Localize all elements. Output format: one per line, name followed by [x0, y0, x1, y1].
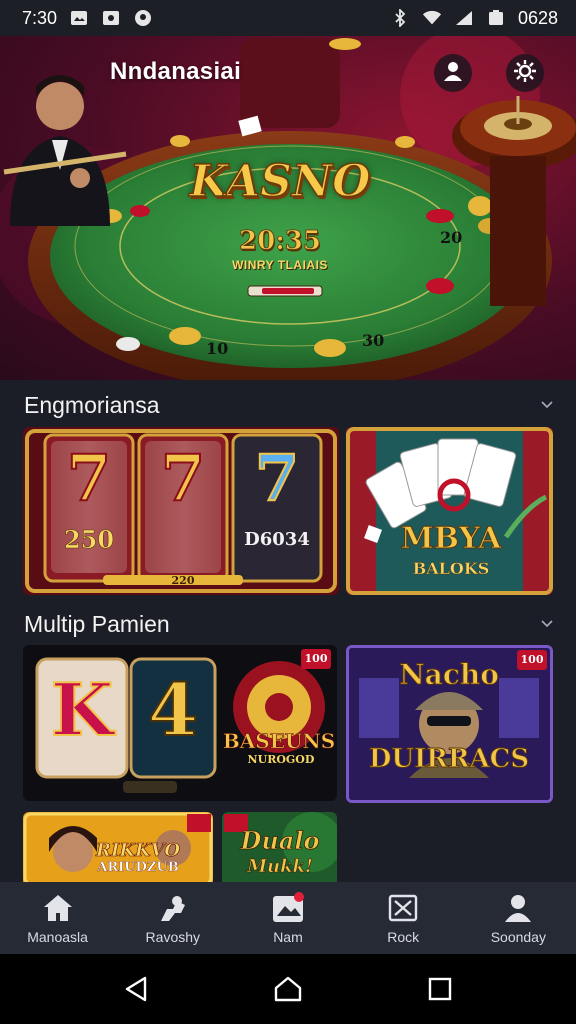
image-icon — [69, 8, 89, 28]
nav-label: Rock — [387, 929, 420, 945]
home-button[interactable] — [268, 969, 308, 1009]
game-card-slot-777[interactable]: 7 7 7 250 D6034 220 — [23, 427, 339, 595]
favorites-icon — [156, 891, 190, 925]
profile-icon — [501, 891, 535, 925]
table-number: 20 — [440, 228, 463, 247]
photo-icon — [101, 8, 121, 28]
recents-button[interactable] — [420, 969, 460, 1009]
gear-icon — [512, 58, 538, 89]
game-card-rikkvo[interactable]: RIKKVO ARIUDZUB — [23, 812, 213, 882]
reel-symbol: 4 — [147, 666, 199, 753]
location-icon — [133, 8, 153, 28]
game-title: BASEUNS — [222, 729, 336, 754]
reel-symbol: 7 — [254, 440, 301, 517]
bottom-navigation: Manoasla Ravoshy Nam Rock Soonday — [0, 882, 576, 954]
nav-item-home[interactable]: Manoasla — [3, 891, 113, 945]
settings-button[interactable] — [506, 54, 544, 92]
back-icon — [125, 976, 147, 1002]
chevron-down-icon[interactable] — [540, 398, 554, 412]
battery-icon — [486, 8, 506, 28]
status-clock: 0628 — [517, 7, 558, 28]
table-number: 30 — [362, 331, 385, 350]
game-title: Nacho — [399, 658, 500, 692]
game-subtitle: ARIUDZUB — [97, 860, 179, 875]
account-button[interactable] — [434, 54, 472, 92]
person-icon — [443, 60, 463, 87]
jackpot-amount: 20:35 — [239, 226, 322, 257]
section-header[interactable]: Engmoriansa — [24, 390, 554, 420]
chevron-down-icon[interactable] — [540, 617, 554, 631]
nav-label: Manoasla — [27, 929, 88, 945]
section-title: Multip Pamien — [24, 610, 170, 637]
game-title: RIKKVO — [96, 840, 181, 862]
card-badge: 100 — [304, 652, 328, 665]
nav-label: Ravoshy — [145, 929, 201, 945]
scratch-icon — [386, 891, 420, 925]
section-title: Engmoriansa — [24, 391, 160, 418]
wifi-icon — [422, 8, 442, 28]
back-button[interactable] — [116, 969, 156, 1009]
reel-symbol: K — [50, 666, 115, 753]
hero-banner[interactable]: Nndanasiai KASNO 20:35 WINRY TLAIAIS 10 … — [0, 36, 576, 380]
nav-item-profile[interactable]: Soonday — [463, 891, 573, 945]
reel-value: D6034 — [244, 529, 310, 550]
app-title: Nndanasiai — [110, 58, 242, 85]
table-number: 10 — [206, 339, 229, 358]
system-navigation — [0, 954, 576, 1024]
screen: 7:30 0628 Nndanasiai KASNO 20:35 WINRY T… — [0, 0, 576, 1024]
status-time: 7:30 — [22, 7, 58, 28]
game-subtitle: BALOKS — [412, 559, 490, 578]
recents-icon — [428, 977, 452, 1001]
jackpot-caption: WINRY TLAIAIS — [232, 258, 328, 272]
nav-label: Soonday — [490, 929, 546, 945]
reel-value: 250 — [63, 525, 115, 555]
game-title: MBYA — [400, 521, 502, 557]
casino-table-illustration — [0, 36, 576, 380]
gallery-icon — [271, 891, 305, 925]
game-subtitle: NUROGOD — [247, 753, 315, 766]
slot-bet: 220 — [171, 574, 195, 587]
signal-icon — [454, 8, 474, 28]
casino-logo: KASNO — [189, 155, 371, 208]
game-title: Dualo — [240, 826, 320, 856]
bluetooth-icon — [390, 8, 410, 28]
game-card-k4[interactable]: K 4 BASEUNS NUROGOD 100 — [23, 645, 337, 801]
nav-item-scratch[interactable]: Rock — [348, 891, 458, 945]
section-header[interactable]: Multip Pamien — [24, 609, 554, 639]
game-subtitle: DUIRRACS — [368, 744, 530, 775]
nav-item-gallery[interactable]: Nam — [233, 891, 343, 945]
game-card-nacho[interactable]: Nacho DUIRRACS 100 — [346, 645, 553, 803]
game-card-mbya[interactable]: MBYA BALOKS — [346, 427, 553, 595]
home-outline-icon — [274, 976, 302, 1002]
nav-item-favorites[interactable]: Ravoshy — [118, 891, 228, 945]
game-subtitle: Mukk! — [247, 856, 313, 878]
reel-symbol: 7 — [160, 440, 207, 517]
home-icon — [41, 891, 75, 925]
game-card-dualo[interactable]: Dualo Mukk! — [222, 812, 337, 882]
nav-label: Nam — [273, 929, 303, 945]
reel-symbol: 7 — [66, 440, 113, 517]
status-bar: 7:30 0628 — [0, 0, 576, 36]
card-badge: 100 — [520, 653, 544, 666]
